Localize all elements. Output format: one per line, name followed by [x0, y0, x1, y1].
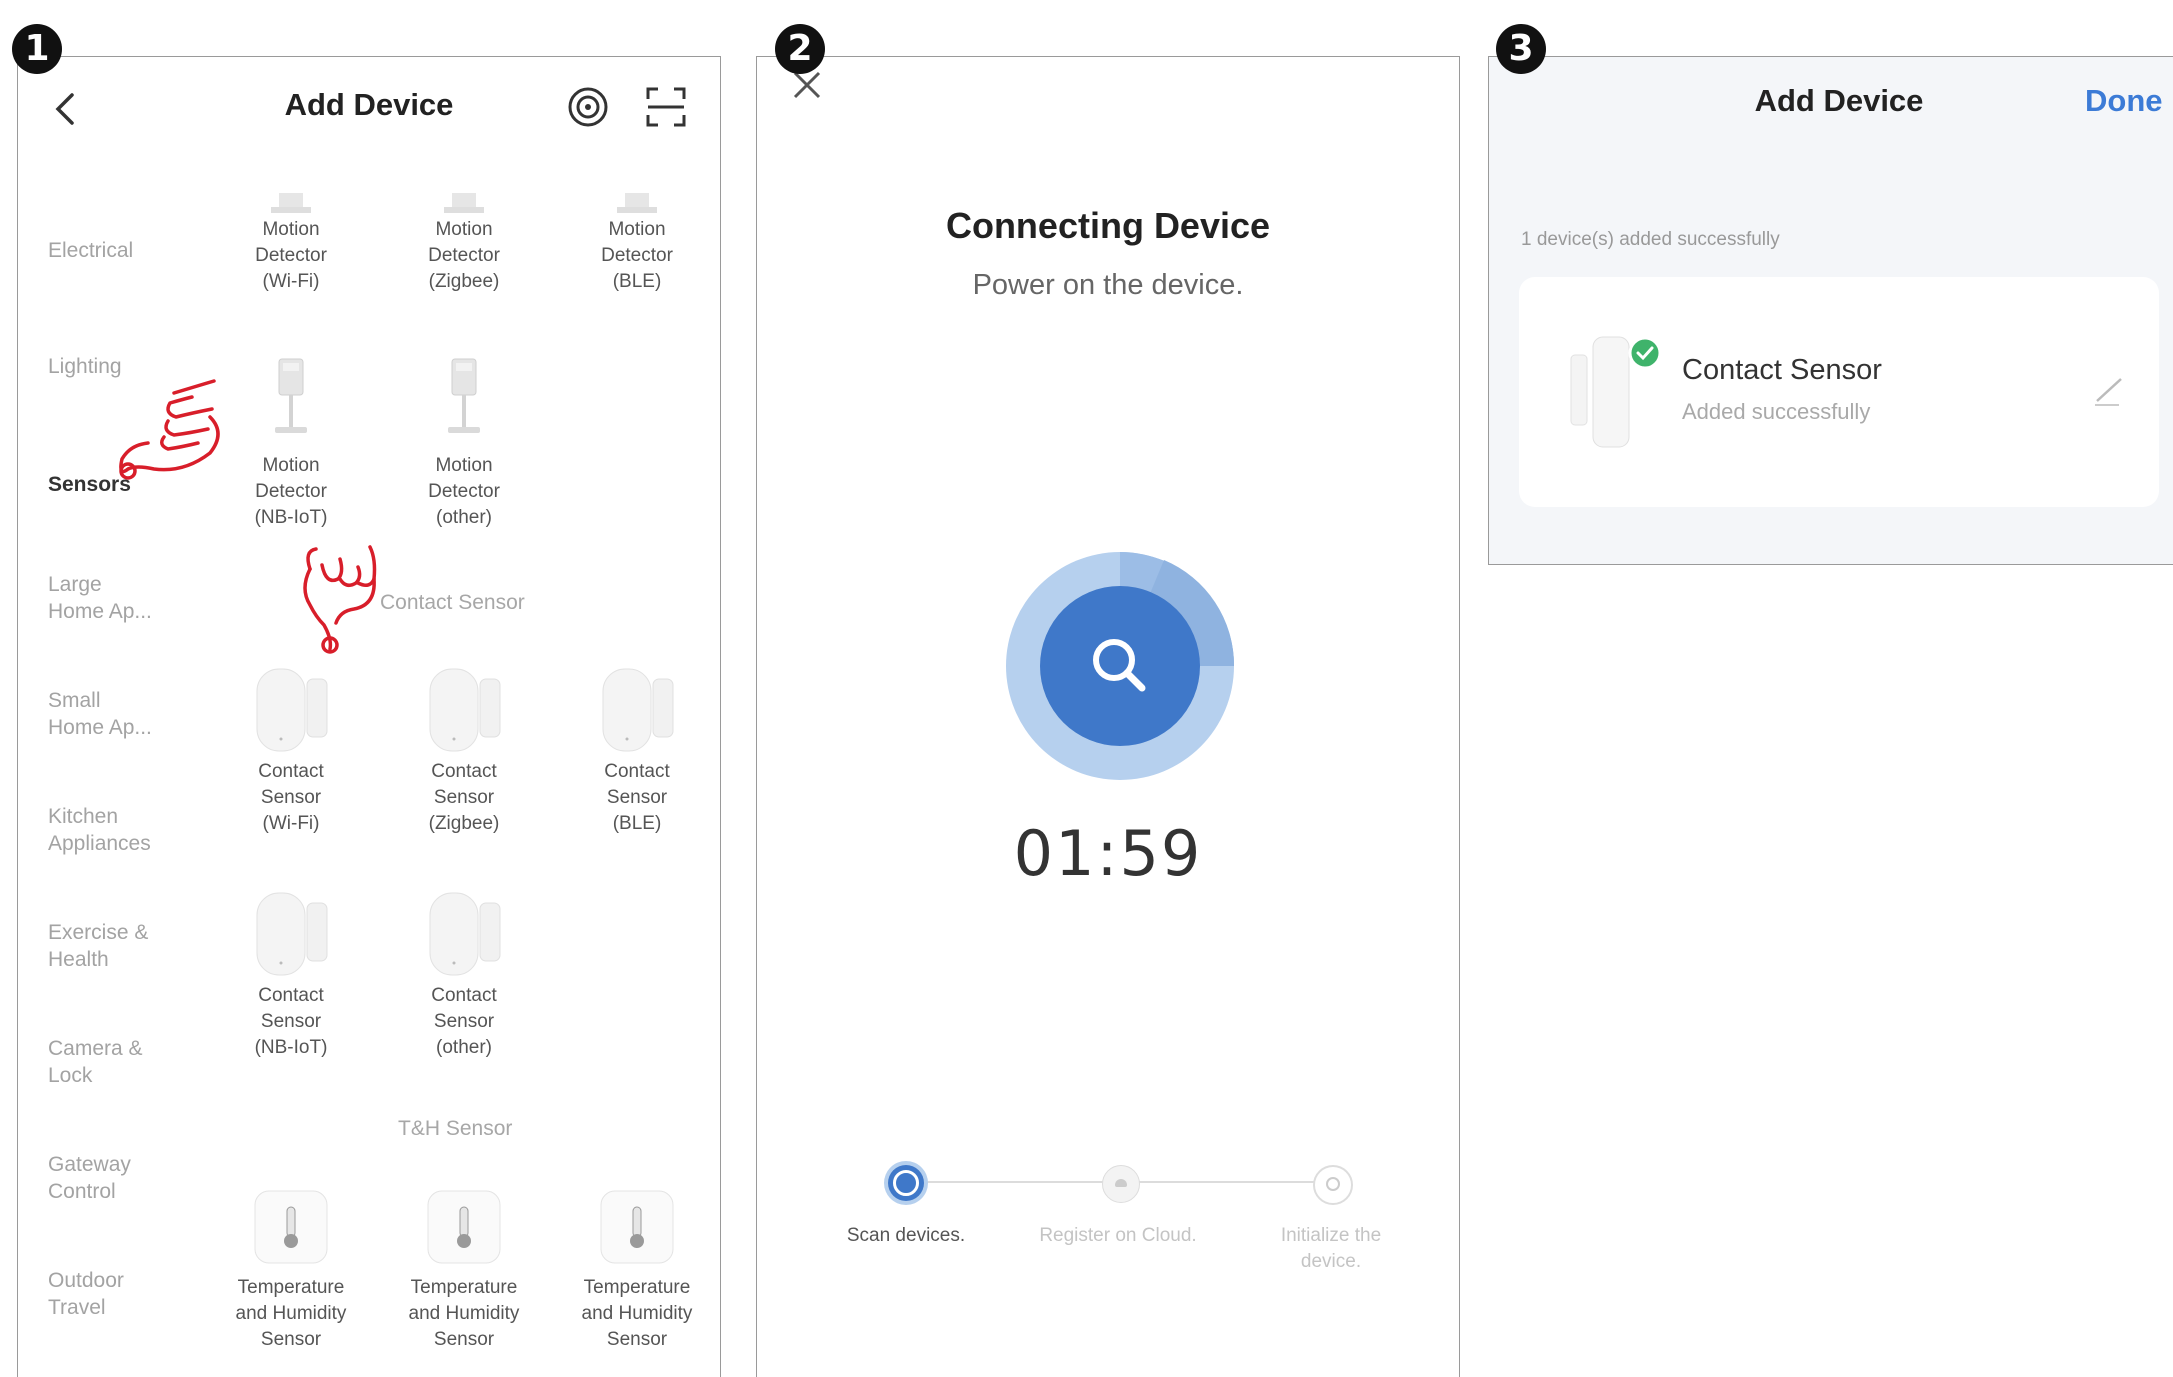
contact-sensor-icon [256, 892, 328, 976]
device-tile-contact-ble[interactable]: Contact Sensor (BLE) [562, 657, 712, 837]
device-tile-motion-wifi[interactable]: Motion Detector (Wi-Fi) [216, 193, 366, 295]
tile-label: Contact Sensor (Zigbee) [428, 761, 500, 834]
countdown-timer: 01:59 [1013, 817, 1203, 890]
device-tile-th-1[interactable]: Temperature and Humidity Sensor [216, 1187, 366, 1353]
contact-sensor-icon [1570, 336, 1662, 448]
device-tile-contact-wifi[interactable]: Contact Sensor (Wi-Fi) [216, 657, 366, 837]
device-tile-motion-nbiot[interactable]: Motion Detector (NB-IoT) [216, 357, 366, 531]
motion-detector-icon [275, 358, 307, 433]
device-tile-contact-zigbee[interactable]: Contact Sensor (Zigbee) [389, 657, 539, 837]
thermometer-icon [600, 1190, 674, 1264]
pointing-hand-icon [303, 545, 377, 654]
tile-label: Contact Sensor (Wi-Fi) [258, 761, 324, 834]
page-title: Add Device [1754, 83, 1924, 118]
step-dot-scan [888, 1165, 924, 1201]
device-card[interactable]: Contact Sensor Added successfully [1519, 277, 2159, 507]
tile-label: Motion Detector (Zigbee) [428, 219, 500, 292]
tile-label: Contact Sensor (NB-IoT) [254, 985, 328, 1058]
cloud-icon [1102, 1165, 1140, 1203]
section-label-th: T&H Sensor [398, 1117, 513, 1140]
step-badge-3: 3 [1496, 24, 1546, 74]
device-tile-motion-ble[interactable]: Motion Detector (BLE) [562, 193, 712, 295]
device-tile-contact-nbiot[interactable]: Contact Sensor (NB-IoT) [216, 881, 366, 1061]
category-item[interactable]: Kitchen Appliances [48, 803, 208, 857]
tile-label: Motion Detector (NB-IoT) [254, 455, 328, 528]
header: Add Device [18, 57, 720, 157]
tile-label: Temperature and Humidity Sensor [235, 1277, 347, 1350]
category-item[interactable]: Small Home Ap... [48, 687, 208, 741]
add-device-screen: Add Device Electrical Lighting Sensors Larg… [17, 56, 721, 1377]
category-item[interactable]: Large Home Ap... [48, 571, 208, 625]
step-label-initialize: Initialize the device. [1280, 1225, 1382, 1272]
add-device-result-screen: Add Device Done 1 device(s) added succes… [1488, 56, 2173, 565]
pointing-hand-icon [119, 379, 220, 480]
category-item[interactable]: Electrical [48, 237, 208, 264]
done-button[interactable]: Done [2085, 83, 2163, 119]
tile-label: Contact Sensor (BLE) [604, 761, 670, 834]
auto-scan-icon[interactable] [566, 85, 610, 129]
category-item[interactable]: Outdoor Travel [48, 1267, 208, 1321]
qr-scan-icon[interactable] [644, 85, 688, 129]
initialize-icon [1313, 1165, 1353, 1205]
tile-label: Motion Detector (other) [428, 455, 500, 528]
motion-detector-icon [607, 193, 667, 213]
device-tile-contact-other[interactable]: Contact Sensor (other) [389, 881, 539, 1061]
contact-sensor-icon [429, 668, 501, 752]
contact-sensor-icon [429, 892, 501, 976]
connecting-screen: Connecting Device Power on the device. 0… [756, 56, 1460, 1377]
tile-label: Temperature and Humidity Sensor [408, 1277, 520, 1350]
page-title: Connecting Device [945, 205, 1271, 246]
section-label-contact: Contact Sensor [380, 591, 525, 614]
device-tile-motion-other[interactable]: Motion Detector (other) [389, 357, 539, 531]
success-count-text: 1 device(s) added successfully [1521, 229, 1780, 250]
device-status: Added successfully [1682, 399, 1871, 424]
device-tile-th-2[interactable]: Temperature and Humidity Sensor [389, 1187, 539, 1353]
step-badge-1: 1 [12, 24, 62, 74]
page-title: Add Device [284, 87, 454, 122]
motion-detector-icon [448, 358, 480, 433]
contact-sensor-icon [256, 668, 328, 752]
tile-label: Motion Detector (Wi-Fi) [255, 219, 327, 292]
contact-sensor-icon [602, 668, 674, 752]
device-name: Contact Sensor [1682, 354, 1882, 386]
thermometer-icon [427, 1190, 501, 1264]
tile-label: Motion Detector (BLE) [601, 219, 673, 292]
category-item[interactable]: Gateway Control [48, 1151, 208, 1205]
thermometer-icon [254, 1190, 328, 1264]
tile-label: Contact Sensor (other) [431, 985, 497, 1058]
category-item[interactable]: Camera & Lock [48, 1035, 208, 1089]
edit-pencil-icon[interactable] [2089, 369, 2129, 409]
motion-detector-icon [261, 193, 321, 213]
device-tile-th-3[interactable]: Temperature and Humidity Sensor [562, 1187, 712, 1353]
motion-detector-icon [434, 193, 494, 213]
instruction-text: Power on the device. [972, 269, 1244, 301]
searching-radar-icon [1006, 552, 1235, 780]
category-item[interactable]: Exercise & Health [48, 919, 208, 973]
step-label-scan: Scan devices. [846, 1225, 966, 1246]
step-label-register: Register on Cloud. [1039, 1225, 1197, 1246]
tile-label: Temperature and Humidity Sensor [581, 1277, 693, 1350]
step-badge-2: 2 [775, 24, 825, 74]
device-tile-motion-zigbee[interactable]: Motion Detector (Zigbee) [389, 193, 539, 295]
